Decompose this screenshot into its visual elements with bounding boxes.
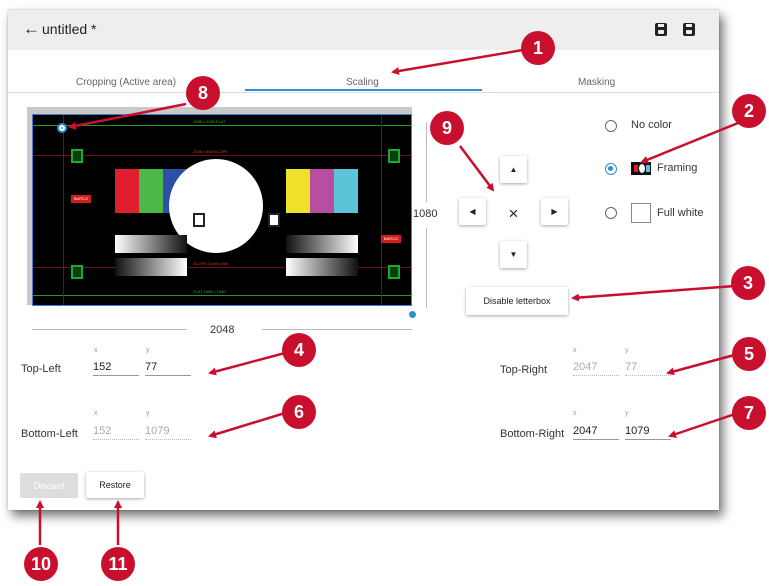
callout-10: 10 bbox=[24, 547, 58, 581]
callout-arrow-4 bbox=[208, 351, 286, 376]
callout-7: 7 bbox=[732, 396, 766, 430]
callout-arrow-3 bbox=[571, 284, 736, 302]
callout-arrow-1 bbox=[391, 48, 524, 75]
callout-arrow-8 bbox=[68, 102, 187, 130]
callout-arrows bbox=[36, 48, 739, 545]
callout-9: 9 bbox=[430, 111, 464, 145]
callout-arrow-5 bbox=[666, 352, 739, 376]
callout-1: 1 bbox=[521, 31, 555, 65]
callout-5: 5 bbox=[732, 337, 766, 371]
callout-arrow-6 bbox=[208, 411, 286, 439]
callout-6: 6 bbox=[282, 395, 316, 429]
callout-arrow-2 bbox=[640, 121, 739, 164]
callout-4: 4 bbox=[282, 333, 316, 367]
callout-arrow-9 bbox=[459, 145, 495, 192]
callout-arrow-7 bbox=[668, 411, 739, 438]
callout-8: 8 bbox=[186, 76, 220, 110]
callout-11: 11 bbox=[101, 547, 135, 581]
callout-2: 2 bbox=[732, 94, 766, 128]
callout-3: 3 bbox=[731, 266, 765, 300]
